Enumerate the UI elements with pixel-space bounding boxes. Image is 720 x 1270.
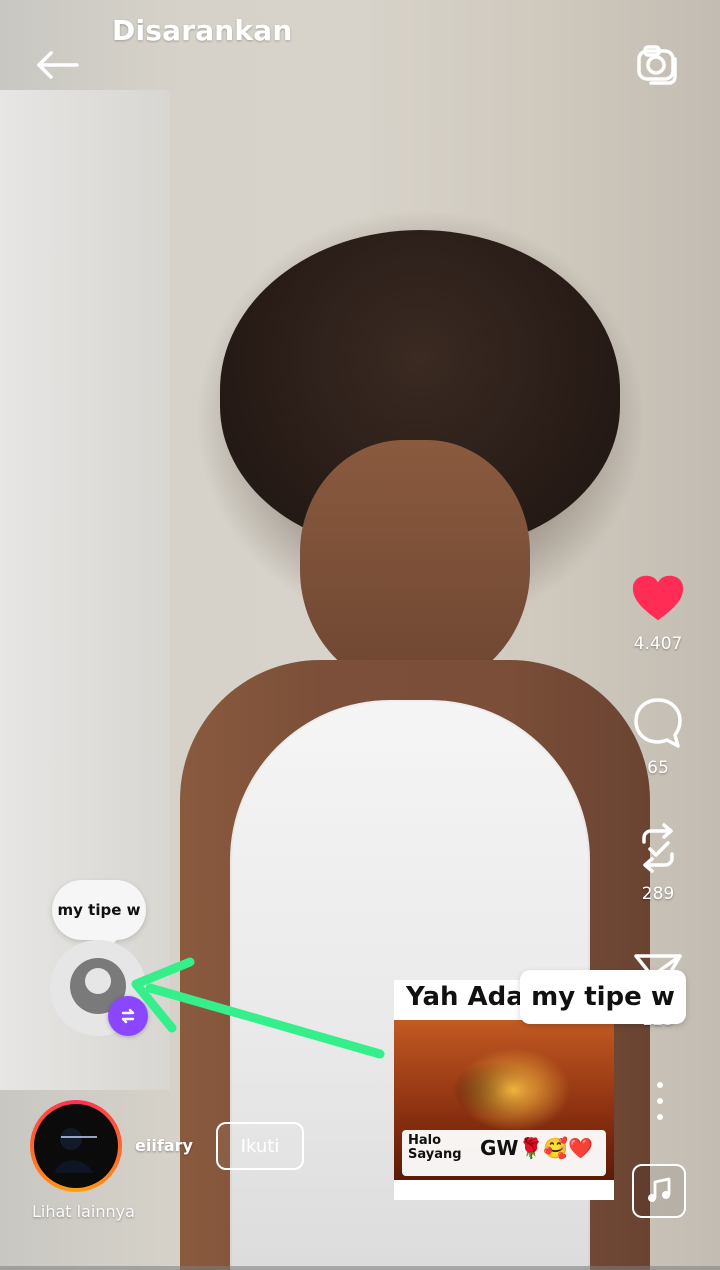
overlay-bubble: my tipe w xyxy=(52,880,146,940)
annotation-arrow xyxy=(131,957,385,1059)
more-dot xyxy=(657,1114,663,1120)
sticker-title: Yah Ada xyxy=(406,982,524,1012)
comment-action: 65 xyxy=(618,694,698,778)
more-dot xyxy=(657,1082,663,1088)
back-button[interactable] xyxy=(28,42,84,88)
music-icon xyxy=(648,1177,671,1202)
page-title: Disarankan xyxy=(112,14,293,47)
top-bar: Disarankan xyxy=(0,0,720,110)
music-button[interactable] xyxy=(632,1164,686,1218)
avatar-head xyxy=(85,968,111,994)
back-arrow-icon xyxy=(37,51,79,79)
repost-action: 289 xyxy=(618,820,698,904)
more-button[interactable] xyxy=(652,1082,668,1120)
repost-button[interactable] xyxy=(630,820,686,876)
sticker-caption-left: Halo Sayang xyxy=(408,1133,462,1162)
follow-button[interactable]: Ikuti xyxy=(216,1122,304,1170)
overlay-tag: my tipe w xyxy=(520,970,686,1024)
bottom-indicator xyxy=(0,1266,720,1270)
person-face xyxy=(300,440,530,690)
see-more-link[interactable]: Lihat lainnya xyxy=(32,1202,135,1221)
door xyxy=(0,90,170,1090)
username[interactable]: eiifary xyxy=(135,1136,193,1155)
comment-button[interactable] xyxy=(630,694,686,750)
comment-icon xyxy=(634,698,682,748)
profile-avatar-inner xyxy=(34,1104,118,1188)
sticker-caption: Halo Sayang GW🌹🥰❤️ xyxy=(402,1130,606,1176)
repost-icon xyxy=(642,823,674,873)
camera-icon xyxy=(637,45,677,85)
like-action: 4.407 xyxy=(618,570,698,654)
profile-avatar[interactable] xyxy=(30,1100,122,1192)
more-dot xyxy=(657,1098,663,1104)
comment-count: 65 xyxy=(647,758,669,778)
user-bar: eiifary Ikuti Lihat lainnya xyxy=(30,1100,360,1240)
camera-button[interactable] xyxy=(632,40,682,90)
like-count: 4.407 xyxy=(633,634,683,654)
like-button[interactable] xyxy=(630,570,686,626)
profile-silhouette xyxy=(42,1112,110,1180)
repost-count: 289 xyxy=(641,884,675,904)
heart-icon xyxy=(632,575,684,621)
sticker-caption-right: GW🌹🥰❤️ xyxy=(480,1136,594,1160)
